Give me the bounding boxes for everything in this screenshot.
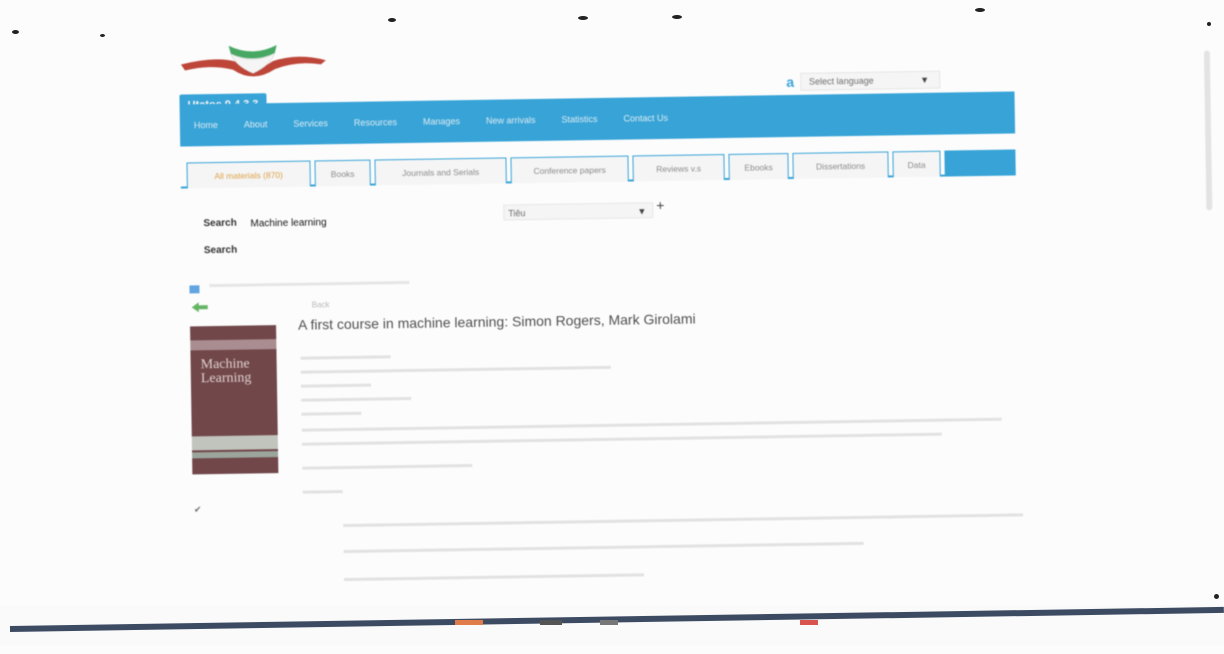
noise-dot — [672, 15, 682, 19]
detail-line — [302, 464, 473, 470]
cover-title: Machine Learning — [200, 357, 252, 387]
search-button[interactable]: Search — [204, 245, 238, 257]
back-link[interactable]: Back — [312, 300, 330, 309]
nav-item-about[interactable]: About — [244, 119, 268, 129]
scrollbar[interactable] — [1203, 50, 1213, 211]
tab-dissertations[interactable]: Dissertations — [792, 151, 889, 179]
tab-spacer — [944, 149, 1016, 177]
nav-item-new-arrivals[interactable]: New arrivals — [486, 115, 536, 126]
back-arrow-icon[interactable] — [191, 302, 208, 313]
chevron-down-icon: ▼ — [637, 206, 647, 217]
chevron-down-icon: ▼ — [920, 74, 930, 85]
detail-line — [301, 432, 942, 446]
tab-ebooks[interactable]: Ebooks — [728, 153, 789, 180]
noise-dot — [100, 34, 105, 37]
tab-reviews[interactable]: Reviews v.s — [632, 154, 725, 182]
detail-line — [301, 396, 412, 402]
language-select-value: Select language — [809, 75, 874, 87]
book-cover[interactable]: Machine Learning — [190, 325, 279, 475]
noise-dot — [12, 30, 19, 34]
nav-item-home[interactable]: Home — [194, 120, 218, 130]
search-label-text: Search — [203, 217, 237, 230]
cover-bottom-band — [191, 435, 278, 451]
breadcrumb — [209, 280, 410, 288]
detail-line — [301, 411, 362, 416]
taskbar-app[interactable] — [540, 620, 562, 625]
result-title[interactable]: A first course in machine learning: Simo… — [298, 310, 696, 332]
detail-line — [300, 383, 372, 388]
cover-top-band — [190, 339, 277, 351]
detail-line — [344, 573, 645, 582]
noise-dot — [388, 18, 396, 22]
tab-all-materials[interactable]: All materials (870) — [186, 160, 311, 189]
nav-item-manages[interactable]: Manages — [423, 116, 460, 127]
tab-journals[interactable]: Journals and Serials — [374, 157, 507, 186]
taskbar-app[interactable] — [800, 620, 818, 625]
detail-line — [302, 490, 343, 494]
noise-dot — [1214, 594, 1219, 599]
detail-line — [343, 513, 1024, 528]
tab-conference-papers[interactable]: Conference papers — [510, 155, 629, 184]
language-select[interactable]: Select language ▼ — [799, 70, 941, 91]
noise-dot — [975, 8, 985, 12]
nav-item-contact[interactable]: Contact Us — [623, 113, 668, 124]
search-label: Search — [203, 218, 237, 230]
tab-books[interactable]: Books — [314, 159, 371, 187]
plus-icon[interactable]: + — [656, 197, 664, 213]
cover-title-line2: Learning — [200, 370, 252, 387]
search-type-select[interactable]: Tiêu ▼ — [503, 202, 654, 221]
site-logo[interactable] — [180, 34, 326, 91]
share-icon[interactable]: ✔ — [194, 504, 202, 515]
detail-line — [301, 417, 1002, 432]
detail-line — [300, 355, 391, 360]
search-type-value: Tiêu — [508, 208, 526, 219]
nav-item-services[interactable]: Services — [293, 118, 328, 129]
nav-item-resources[interactable]: Resources — [354, 117, 397, 128]
search-input[interactable] — [248, 211, 483, 232]
noise-dot — [1207, 22, 1211, 26]
language-area: a Select language ▼ — [786, 70, 941, 91]
noise-dot — [578, 16, 588, 20]
taskbar-app[interactable] — [600, 620, 618, 625]
detail-line — [300, 365, 611, 374]
rss-icon[interactable] — [189, 285, 200, 294]
cover-bottom-band-2 — [192, 451, 279, 459]
page: Utatos 9 4 3 3 a Select language ▼ Home … — [0, 0, 1224, 654]
translate-icon[interactable]: a — [786, 74, 794, 90]
taskbar-app[interactable] — [455, 620, 483, 625]
tab-data[interactable]: Data — [892, 150, 941, 178]
detail-line — [343, 541, 864, 554]
nav-item-statistics[interactable]: Statistics — [561, 114, 597, 125]
